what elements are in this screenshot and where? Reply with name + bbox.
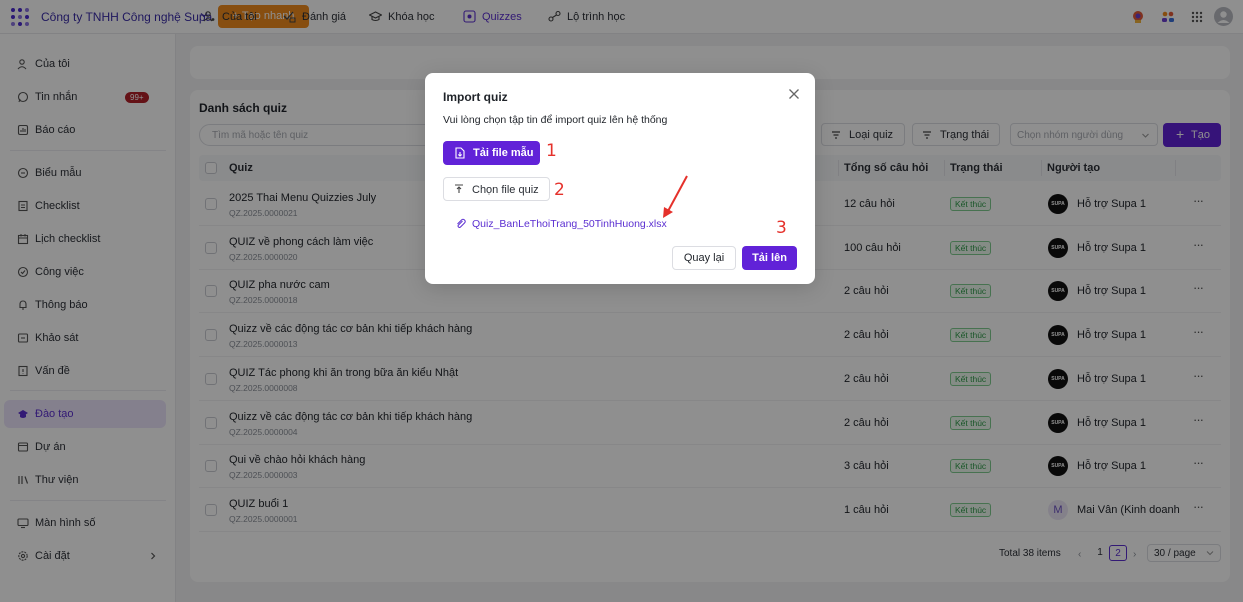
upload-button[interactable]: Tải lên bbox=[742, 246, 797, 270]
annotation-step-1: 1 bbox=[546, 141, 557, 161]
annotation-step-3: 3 bbox=[776, 218, 787, 238]
file-download-icon bbox=[455, 147, 465, 159]
modal-description: Vui lòng chọn tập tin để import quiz lên… bbox=[443, 114, 668, 126]
modal-title: Import quiz bbox=[443, 90, 508, 104]
paperclip-icon bbox=[457, 218, 466, 228]
back-button[interactable]: Quay lại bbox=[672, 246, 736, 270]
close-icon[interactable] bbox=[788, 88, 800, 100]
annotation-arrow-icon bbox=[663, 175, 688, 218]
download-template-button[interactable]: Tải file mẫu bbox=[443, 141, 540, 165]
import-quiz-modal: Import quiz Vui lòng chọn tập tin để imp… bbox=[425, 73, 815, 284]
annotation-step-2: 2 bbox=[554, 180, 565, 200]
choose-file-button[interactable]: Chọn file quiz bbox=[443, 177, 550, 201]
upload-icon bbox=[455, 184, 463, 193]
